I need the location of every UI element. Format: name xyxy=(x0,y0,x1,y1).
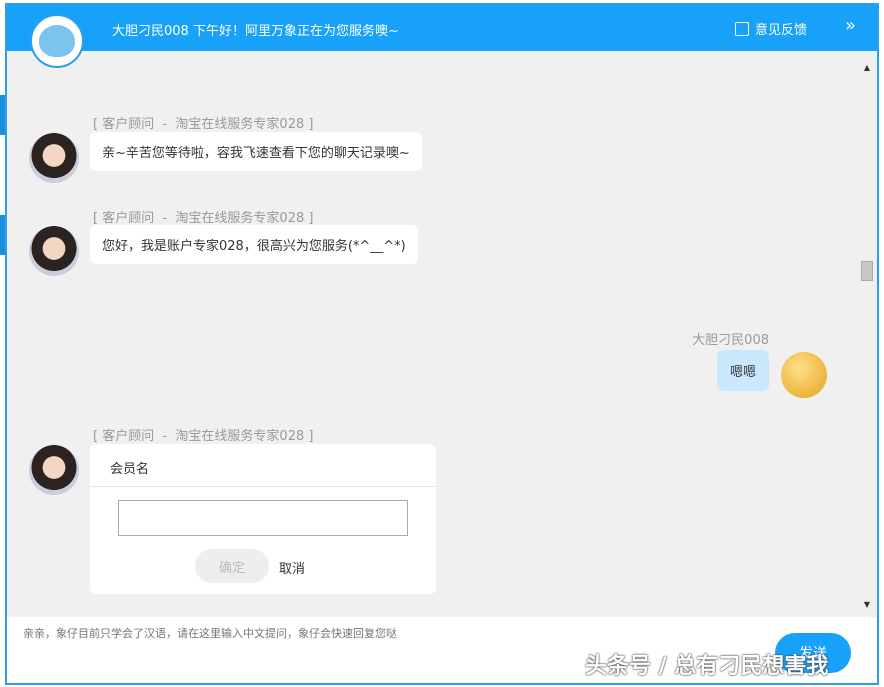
collapse-icon[interactable]: » xyxy=(845,15,856,36)
agent-avatar xyxy=(29,445,79,495)
header: 大胆刁民008 下午好！阿里万象正在为您服务噢~ 意见反馈 » xyxy=(7,5,877,51)
feedback-button[interactable]: 意见反馈 xyxy=(735,19,807,38)
scroll-thumb[interactable] xyxy=(861,261,873,281)
member-name-input[interactable] xyxy=(118,500,408,536)
member-name-form: 会员名 确定 取消 xyxy=(90,444,436,594)
message-list: ▲ ▼ [ 客户顾问 - 淘宝在线服务专家028 ] 亲~辛苦您等待啦，容我飞速… xyxy=(7,51,877,617)
agent-avatar xyxy=(29,226,79,276)
feedback-label: 意见反馈 xyxy=(755,19,807,38)
watermark: 头条号 / 总有刁民想害我 xyxy=(585,648,828,680)
agent-label: [ 客户顾问 - 淘宝在线服务专家028 ] xyxy=(93,113,313,132)
agent-message: 您好，我是账户专家028，很高兴为您服务(*^__^*) xyxy=(90,225,418,264)
elephant-icon xyxy=(39,25,75,57)
confirm-button[interactable]: 确定 xyxy=(195,549,269,583)
user-avatar-emoji-icon xyxy=(781,352,827,398)
agent-avatar xyxy=(29,133,79,183)
scroll-down-icon[interactable]: ▼ xyxy=(861,600,873,609)
logo xyxy=(30,14,84,68)
scrollbar[interactable]: ▲ ▼ xyxy=(861,63,873,609)
user-name: 大胆刁民008 xyxy=(692,329,769,348)
cancel-button[interactable]: 取消 xyxy=(279,558,305,577)
agent-label: [ 客户顾问 - 淘宝在线服务专家028 ] xyxy=(93,425,313,444)
divider xyxy=(90,486,436,487)
chat-window: 大胆刁民008 下午好！阿里万象正在为您服务噢~ 意见反馈 » ▲ ▼ [ 客户… xyxy=(5,3,879,685)
form-label: 会员名 xyxy=(110,458,149,477)
scroll-up-icon[interactable]: ▲ xyxy=(861,63,873,72)
agent-label: [ 客户顾问 - 淘宝在线服务专家028 ] xyxy=(93,207,313,226)
agent-message: 亲~辛苦您等待啦，容我飞速查看下您的聊天记录噢~ xyxy=(90,132,422,171)
message-input[interactable] xyxy=(23,627,723,640)
edit-icon xyxy=(735,22,749,36)
header-title: 大胆刁民008 下午好！阿里万象正在为您服务噢~ xyxy=(112,20,399,39)
user-message: 嗯嗯 xyxy=(717,350,769,391)
